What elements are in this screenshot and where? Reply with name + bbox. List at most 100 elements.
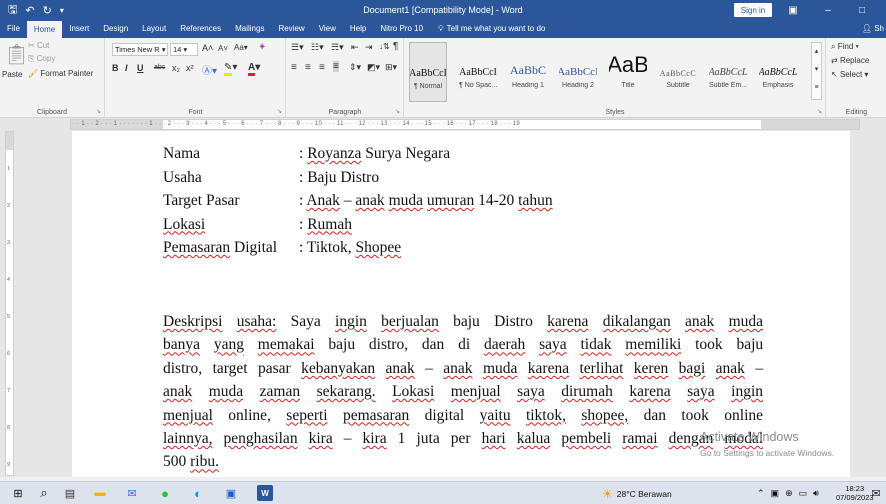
customize-icon[interactable]: ▾: [60, 6, 64, 15]
ruler-right-margin: [761, 120, 859, 129]
minimize-icon[interactable]: –: [818, 2, 838, 18]
tab-layout[interactable]: Layout: [135, 20, 173, 38]
tab-insert[interactable]: Insert: [62, 20, 96, 38]
replace-button[interactable]: ⇄ Replace: [831, 56, 869, 65]
clear-formatting-icon[interactable]: ✦: [258, 42, 266, 53]
font-launcher-icon[interactable]: ↘: [277, 108, 282, 115]
style-item[interactable]: AaBbC Heading 1: [509, 42, 547, 102]
shading-icon[interactable]: ◩▾: [367, 62, 380, 73]
style-item[interactable]: AaBbCcI ¶ No Spac...: [459, 42, 497, 102]
notifications-icon[interactable]: ✉: [868, 485, 884, 501]
format-painter-button[interactable]: 🖌︎ Format Painter: [28, 69, 93, 78]
tab-review[interactable]: Review: [271, 20, 311, 38]
windows-start-icon[interactable]: ⊞: [10, 485, 26, 501]
clipboard-launcher-icon[interactable]: ↘: [96, 108, 101, 115]
tab-view[interactable]: View: [312, 20, 343, 38]
tab-file[interactable]: File: [0, 20, 27, 38]
justify-icon[interactable]: ≡: [333, 61, 339, 72]
style-item[interactable]: AaB Title: [609, 42, 647, 102]
undo-icon[interactable]: ↶: [25, 4, 34, 17]
tab-nitro-pro-10[interactable]: Nitro Pro 10: [373, 20, 430, 38]
info-row[interactable]: Nama: Royanza Surya Negara: [163, 145, 450, 163]
shrink-font-button[interactable]: A˅: [218, 44, 228, 53]
tell-me-label: Tell me what you want to do: [446, 24, 546, 33]
strikethrough-button[interactable]: abc: [154, 64, 165, 71]
mail-icon[interactable]: ✉: [124, 485, 140, 501]
align-right-icon[interactable]: ≡: [319, 62, 325, 73]
description-line: lainnya, penghasilan kira – kira 1 juta …: [163, 429, 764, 447]
highlight-color-icon[interactable]: ✎▾: [224, 62, 237, 76]
tab-help[interactable]: Help: [343, 20, 373, 38]
grow-font-button[interactable]: A˄: [202, 43, 213, 53]
style-item[interactable]: AaBbCcL Emphasis: [759, 42, 797, 102]
copy-button[interactable]: ⎘ Copy: [28, 54, 55, 64]
maximize-icon[interactable]: □: [852, 2, 872, 18]
numbering-icon[interactable]: ☷▾: [311, 42, 324, 53]
description-paragraph[interactable]: Deskripsi usaha: Saya ingin berjualan ba…: [163, 310, 763, 474]
cut-button[interactable]: ✂ Cut: [28, 41, 49, 50]
align-left-icon[interactable]: ≡: [291, 62, 297, 73]
tab-references[interactable]: References: [173, 20, 228, 38]
bold-button[interactable]: B: [112, 63, 119, 73]
paragraph-launcher-icon[interactable]: ↘: [395, 108, 400, 115]
borders-icon[interactable]: ⊞▾: [385, 62, 397, 73]
weather-widget[interactable]: ☀ 28°C Berawan: [602, 482, 672, 504]
paste-button[interactable]: Paste: [2, 70, 22, 79]
redo-icon[interactable]: ↻: [43, 4, 52, 17]
battery-icon[interactable]: ▭: [799, 488, 808, 499]
info-row[interactable]: Target Pasar: Anak – anak muda umuran 14…: [163, 192, 553, 210]
file-explorer-icon[interactable]: ▬: [92, 485, 108, 501]
info-row[interactable]: Pemasaran Digital: Tiktok, Shopee: [163, 239, 401, 257]
info-row[interactable]: Lokasi: Rumah: [163, 216, 352, 234]
horizontal-ruler[interactable]: · 1 · · 2 · · · 1 · · · · · · · 1 · · · …: [70, 119, 860, 130]
sign-in-button[interactable]: Sign in: [734, 3, 772, 17]
underline-button[interactable]: U: [137, 63, 144, 73]
styles-launcher-icon[interactable]: ↘: [817, 108, 822, 115]
store-icon[interactable]: ▣: [223, 485, 239, 501]
superscript-button[interactable]: x²: [186, 63, 194, 73]
show-formatting-icon[interactable]: ¶: [393, 41, 398, 52]
align-center-icon[interactable]: ≡: [305, 62, 311, 73]
style-item[interactable]: AaBbCcI Heading 2: [559, 42, 597, 102]
select-button[interactable]: ↖ Select ▾: [831, 70, 868, 79]
tab-home[interactable]: Home: [26, 21, 63, 38]
font-size-combo[interactable]: 14 ▾: [170, 43, 198, 56]
save-icon[interactable]: 🖫: [8, 1, 17, 20]
italic-button[interactable]: I: [125, 63, 128, 73]
tell-me-box[interactable]: 💡︎ Tell me what you want to do: [430, 20, 553, 38]
share-button[interactable]: 👤︎ Sh: [862, 20, 884, 38]
increase-indent-icon[interactable]: ⇥: [365, 42, 373, 53]
vertical-ruler[interactable]: 1 2 3 4 5 6 7 8 9: [5, 131, 14, 476]
tab-mailings[interactable]: Mailings: [228, 20, 271, 38]
paste-icon[interactable]: 📋︎: [4, 42, 29, 67]
font-color-icon[interactable]: A▾: [248, 62, 260, 76]
change-case-button[interactable]: Aa▾: [234, 43, 248, 52]
line-spacing-icon[interactable]: ⇕▾: [349, 62, 361, 73]
decrease-indent-icon[interactable]: ⇤: [351, 42, 359, 53]
language-icon[interactable]: ⊕: [785, 488, 793, 499]
find-button[interactable]: ⌕ Find ▾: [831, 42, 859, 52]
volume-icon[interactable]: 🔊︎: [813, 488, 819, 499]
style-item[interactable]: AaBbCcL Subtle Em...: [709, 42, 747, 102]
style-item[interactable]: AaBbCcC Subtitle: [659, 42, 697, 102]
word-icon[interactable]: W: [257, 485, 273, 501]
task-view-icon[interactable]: ▤: [62, 485, 78, 501]
chevron-up-icon[interactable]: ⌃: [757, 488, 765, 499]
ribbon-display-options-icon[interactable]: ▣: [783, 2, 803, 18]
font-name-combo[interactable]: Times New R ▾: [112, 43, 168, 56]
sort-icon[interactable]: ↓⇅: [379, 42, 390, 51]
network-icon[interactable]: ▣: [771, 488, 780, 499]
style-item[interactable]: AaBbCcI ¶ Normal: [409, 42, 447, 102]
search-icon[interactable]: ⌕: [36, 485, 52, 501]
bullets-icon[interactable]: ☰▾: [291, 42, 304, 53]
multilevel-list-icon[interactable]: ☴▾: [331, 42, 344, 53]
text-effects-icon[interactable]: Ⓐ▾: [202, 62, 217, 77]
vertical-ruler-number: 7: [7, 388, 11, 394]
subscript-button[interactable]: x₂: [172, 63, 180, 73]
document-page[interactable]: Nama: Royanza Surya Negara Usaha: Baju Di…: [72, 131, 850, 477]
whatsapp-icon[interactable]: ●: [157, 485, 173, 501]
edge-icon[interactable]: ◐: [190, 485, 206, 501]
info-row[interactable]: Usaha: Baju Distro: [163, 169, 379, 187]
tab-design[interactable]: Design: [96, 20, 135, 38]
styles-scroll-icon[interactable]: ▴ ▾ ≡: [811, 42, 822, 100]
